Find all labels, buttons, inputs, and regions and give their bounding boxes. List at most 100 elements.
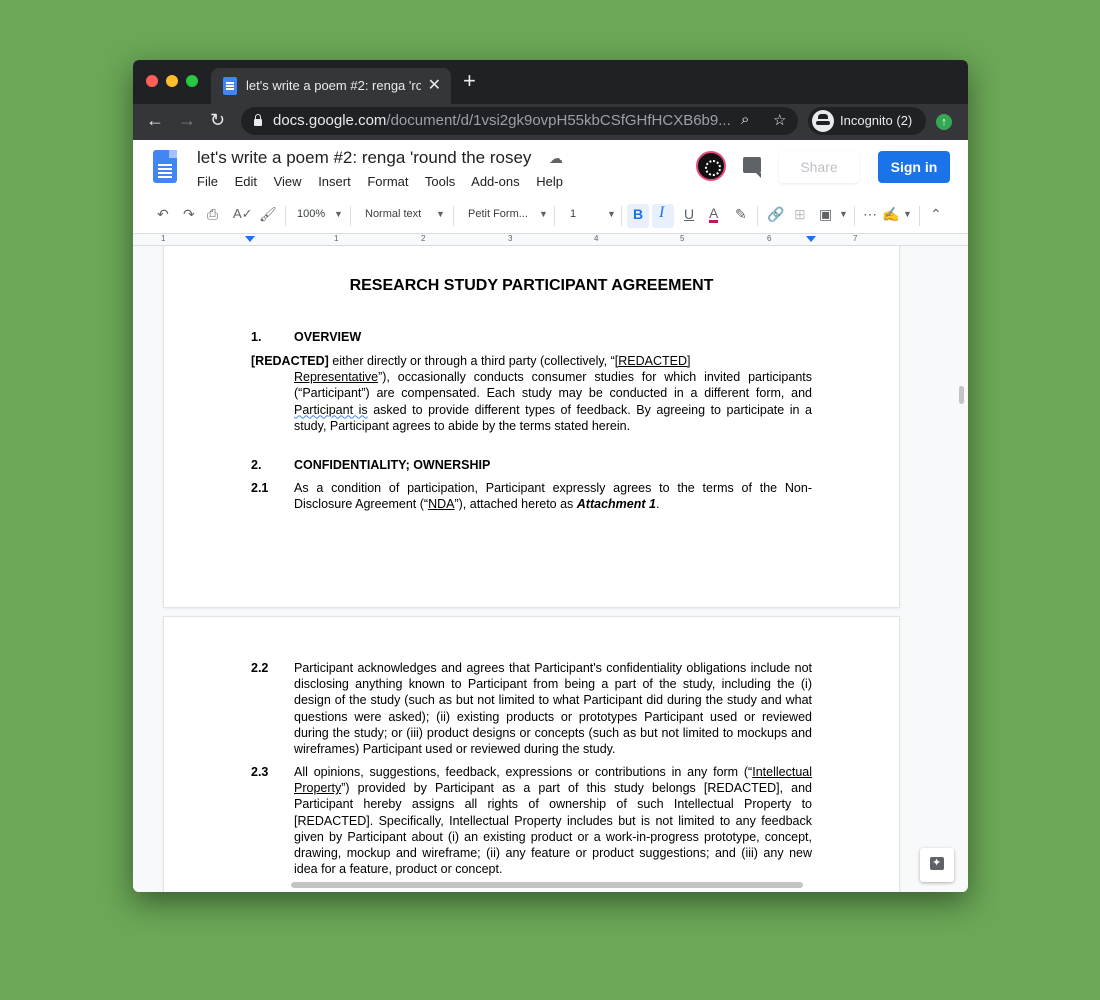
new-tab-button[interactable]: + [463, 70, 476, 92]
clause-number: 2.2 [251, 661, 269, 675]
toolbar-divider [453, 206, 454, 226]
share-button[interactable]: Share [779, 151, 859, 183]
cloud-status-icon[interactable]: ☁ [549, 150, 563, 167]
highlight-color-icon[interactable]: ✎ [735, 206, 747, 223]
browser-window: let's write a poem #2: renga 'round the … [133, 60, 968, 892]
collapse-toolbar-icon[interactable]: ⌃ [930, 206, 942, 223]
clause-paragraph: Participant acknowledges and agrees that… [294, 661, 812, 757]
more-options-icon[interactable]: ⋯ [863, 206, 877, 223]
clause-paragraph: As a condition of participation, Partici… [294, 481, 812, 512]
avatar[interactable] [696, 151, 726, 181]
style-select[interactable]: Normal text [365, 208, 421, 220]
insert-image-icon[interactable]: ▣ [819, 206, 832, 223]
document-page[interactable]: RESEARCH STUDY PARTICIPANT AGREEMENT 1. … [164, 246, 899, 607]
italic-icon[interactable]: I [659, 204, 664, 222]
search-icon[interactable]: ⌕ [741, 111, 749, 128]
font-select[interactable]: Petit Form... [468, 208, 528, 220]
ruler-number: 2 [421, 234, 426, 243]
font-size-select[interactable]: 1 [570, 208, 576, 220]
spellcheck-icon[interactable]: A✓ [233, 206, 253, 222]
section-number: 1. [251, 330, 262, 344]
document-title[interactable]: let's write a poem #2: renga 'round the … [197, 148, 531, 168]
clause-number: 2.1 [251, 481, 269, 495]
bookmark-star-icon[interactable]: ☆ [773, 111, 786, 129]
back-button[interactable]: ← [146, 110, 164, 131]
toolbar-divider [285, 206, 286, 226]
toolbar-divider [554, 206, 555, 226]
chevron-down-icon[interactable]: ▼ [839, 209, 848, 219]
sign-in-button[interactable]: Sign in [878, 151, 950, 183]
menu-insert[interactable]: Insert [318, 174, 351, 189]
docs-logo-icon[interactable] [153, 150, 177, 183]
underline-icon[interactable]: U [684, 206, 694, 222]
update-arrow-icon[interactable]: ↑ [936, 114, 952, 130]
ruler-number: 3 [508, 234, 513, 243]
zoom-select[interactable]: 100% [297, 208, 325, 220]
menu-view[interactable]: View [274, 174, 302, 189]
overview-paragraph: [REDACTED] either directly or through a … [251, 354, 813, 433]
ruler-number: 4 [594, 234, 599, 243]
menu-bar: File Edit View Insert Format Tools Add-o… [197, 174, 576, 189]
formatting-toolbar: ↶ ↷ ⎙ A✓ 🖌 100% ▼ Normal text ▼ Petit Fo… [133, 198, 968, 234]
docs-header: let's write a poem #2: renga 'round the … [133, 140, 968, 198]
redo-icon[interactable]: ↷ [183, 206, 195, 223]
menu-format[interactable]: Format [367, 174, 408, 189]
menu-help[interactable]: Help [536, 174, 563, 189]
menu-file[interactable]: File [197, 174, 218, 189]
chevron-down-icon[interactable]: ▼ [539, 209, 548, 219]
document-heading: RESEARCH STUDY PARTICIPANT AGREEMENT [349, 277, 714, 294]
ruler-number: 1 [161, 234, 166, 243]
undo-icon[interactable]: ↶ [157, 206, 169, 223]
minimize-window-button[interactable] [166, 75, 178, 87]
chevron-down-icon[interactable]: ▼ [903, 209, 912, 219]
incognito-label: Incognito (2) [840, 113, 913, 128]
menu-addons[interactable]: Add-ons [471, 174, 519, 189]
lock-icon[interactable] [253, 114, 263, 126]
explore-button[interactable] [920, 848, 954, 882]
maximize-window-button[interactable] [186, 75, 198, 87]
left-indent-marker[interactable] [245, 236, 255, 242]
horizontal-scrollbar[interactable] [291, 882, 803, 888]
vertical-scrollbar[interactable] [959, 386, 964, 404]
link-icon[interactable]: 🔗 [767, 206, 784, 223]
text-color-icon[interactable]: A [709, 206, 719, 223]
add-comment-icon[interactable]: ⊞ [794, 206, 806, 223]
section-number: 2. [251, 458, 262, 472]
url-text: docs.google.com/document/d/1vsi2gk9ovpH5… [273, 112, 731, 129]
ruler-number: 5 [680, 234, 685, 243]
ruler-number: 6 [767, 234, 772, 243]
document-page[interactable]: 2.2 Participant acknowledges and agrees … [164, 617, 899, 892]
forward-button[interactable]: → [178, 110, 196, 131]
ruler-number: 1 [334, 234, 339, 243]
tab-close-icon[interactable]: ✕ [428, 75, 441, 95]
toolbar-divider [350, 206, 351, 226]
url-input[interactable]: docs.google.com/document/d/1vsi2gk9ovpH5… [241, 107, 798, 135]
ruler-number: 7 [853, 234, 858, 243]
close-window-button[interactable] [146, 75, 158, 87]
incognito-button[interactable]: Incognito (2) [808, 107, 926, 135]
title-bar: let's write a poem #2: renga 'round the … [133, 60, 968, 104]
document-canvas[interactable]: RESEARCH STUDY PARTICIPANT AGREEMENT 1. … [133, 246, 968, 892]
menu-edit[interactable]: Edit [235, 174, 257, 189]
incognito-icon [812, 110, 834, 132]
editing-mode-icon[interactable]: ✍ [882, 206, 899, 223]
toolbar-divider [854, 206, 855, 226]
clause-number: 2.3 [251, 765, 269, 779]
bold-icon[interactable]: B [633, 206, 643, 222]
chevron-down-icon[interactable]: ▼ [607, 209, 616, 219]
toolbar-divider [621, 206, 622, 226]
right-indent-marker[interactable] [806, 236, 816, 242]
comment-icon[interactable] [743, 157, 761, 178]
section-title: OVERVIEW [294, 330, 362, 344]
chevron-down-icon[interactable]: ▼ [334, 209, 343, 219]
ruler[interactable]: 1 1 2 3 4 5 6 7 [133, 234, 968, 246]
paint-format-icon[interactable]: 🖌 [259, 206, 277, 223]
menu-tools[interactable]: Tools [425, 174, 455, 189]
print-icon[interactable]: ⎙ [207, 206, 218, 223]
chevron-down-icon[interactable]: ▼ [436, 209, 445, 219]
browser-tab[interactable]: let's write a poem #2: renga 'round the … [211, 68, 451, 104]
clause-paragraph: All opinions, suggestions, feedback, exp… [294, 765, 812, 877]
tab-title: let's write a poem #2: renga 'round the … [246, 78, 421, 93]
reload-button[interactable]: ↻ [210, 110, 225, 131]
section-title: CONFIDENTIALITY; OWNERSHIP [294, 458, 491, 472]
